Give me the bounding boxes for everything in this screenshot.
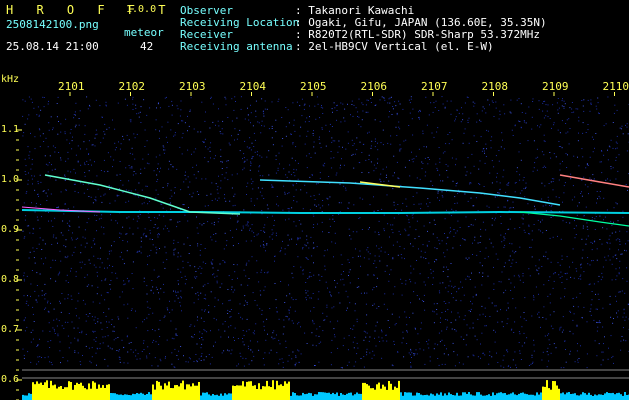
time-tick-label: 2105	[300, 80, 327, 93]
antenna-label: Receiving antenna	[180, 40, 293, 53]
meteor-trace	[519, 211, 629, 227]
meteor-trace	[21, 209, 629, 214]
freq-tick-label: 0.6	[1, 374, 20, 385]
meteor-traces	[21, 174, 629, 227]
noise-field	[22, 96, 629, 369]
freq-tick-label: 1.0	[1, 174, 20, 185]
time-tick-label: 2110	[602, 80, 629, 93]
time-tick-label: 2102	[118, 80, 146, 93]
tick-marks	[16, 92, 615, 400]
freq-tick-label: 0.8	[1, 274, 20, 285]
counter-value: 42	[140, 40, 154, 53]
meteor-trace	[259, 179, 561, 206]
file-datetime: 25.08.14 21:00	[6, 40, 99, 53]
freq-unit-label: kHz	[1, 74, 20, 85]
time-tick-label: 2109	[542, 80, 569, 93]
file-name: 2508142100.png	[6, 18, 99, 31]
time-tick-label: 2103	[179, 80, 206, 93]
meteor-trace	[559, 174, 629, 188]
freq-tick-label: 0.7	[1, 324, 20, 335]
freq-tick-label: 0.9	[1, 224, 20, 235]
time-tick-label: 2101	[58, 80, 85, 93]
spectrogram	[16, 92, 629, 400]
counter-label: meteor	[124, 26, 164, 39]
app-version: 1.0.0	[126, 4, 157, 15]
time-tick-label: 2104	[239, 80, 267, 93]
freq-tick-label: 1.1	[1, 124, 20, 135]
time-tick-label: 2106	[360, 80, 388, 93]
antenna-value: : 2el-HB9CV Vertical (el. E-W)	[295, 40, 494, 53]
time-tick-label: 2108	[481, 80, 509, 93]
time-tick-label: 2107	[421, 80, 448, 93]
signal-level-bar	[22, 380, 629, 400]
